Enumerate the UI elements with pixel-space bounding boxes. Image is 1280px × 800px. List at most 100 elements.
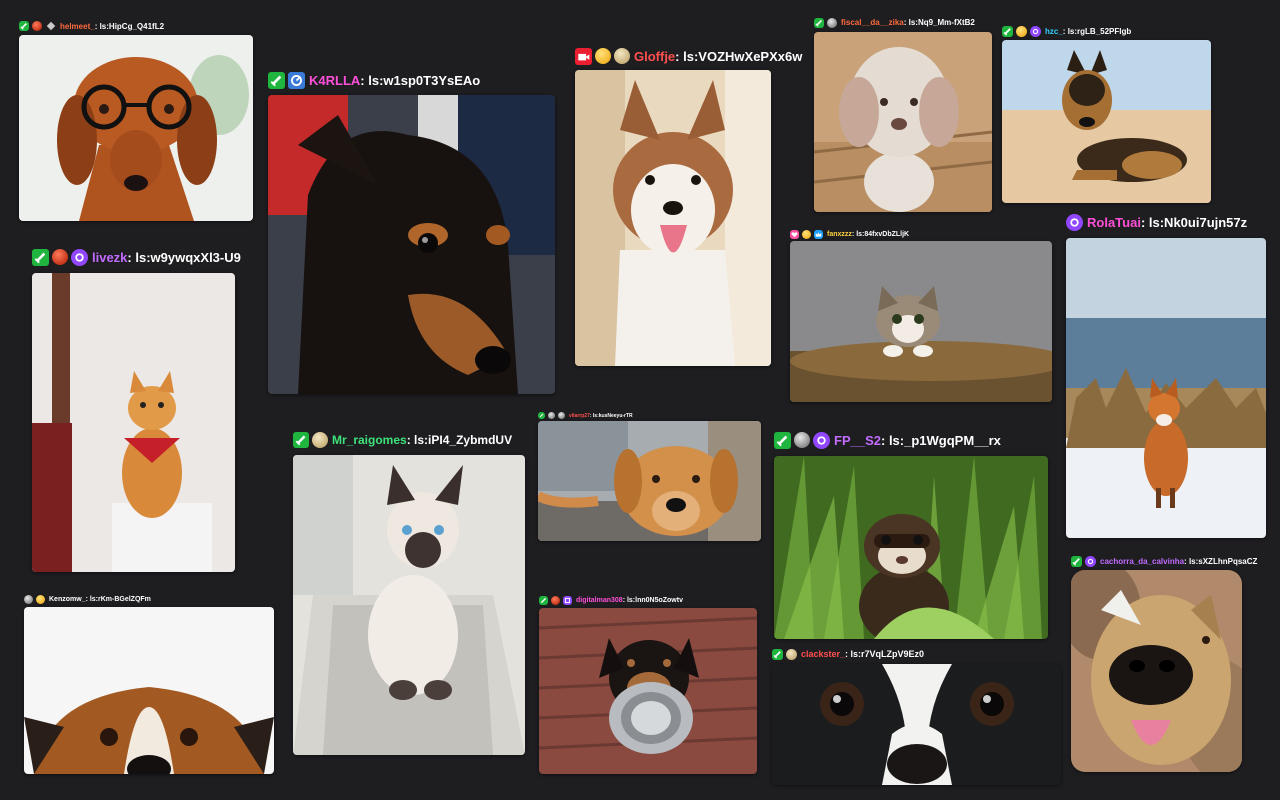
username[interactable]: Mr_raigomes (332, 433, 407, 447)
message-text: ls:rKm-BGelZQFm (89, 595, 151, 603)
vip-badge-icon (1030, 25, 1041, 37)
message-text: ls:rgLB_52PFlgb (1067, 26, 1132, 36)
username[interactable]: Kenzomw_ (49, 596, 86, 603)
sword-badge-icon (539, 595, 548, 605)
post-caption: clackster_: ls:r7VqLZpV9Ez0 (772, 647, 924, 661)
message-text: ls:84fxvDbZLljK (856, 230, 910, 238)
post-photo[interactable] (19, 35, 253, 221)
post-card: Kenzomw_: ls:rKm-BGelZQFm (24, 593, 278, 776)
post-card: Mr_raigomes: ls:iPI4_ZybmdUV (293, 430, 538, 757)
message-text: ls:sXZLhnPqsaCZ (1188, 556, 1258, 566)
post-photo[interactable] (538, 421, 761, 541)
emote-icon (551, 595, 560, 605)
post-photo[interactable] (539, 608, 757, 774)
post-caption: RolaTuai: ls:Nk0ui7ujn57z (1066, 212, 1247, 232)
emote-icon (595, 48, 611, 64)
street-dog-photo-icon (538, 421, 761, 541)
post-card: FP__S2: ls:_p1WgqPM__rx (774, 430, 1059, 641)
sword-badge-icon (774, 431, 791, 449)
message-text: ls:VOZHwXePXx6w (683, 48, 803, 64)
post-photo[interactable] (1066, 238, 1266, 538)
post-caption: fanxzzz: ls:84fxvDbZLljK (790, 228, 909, 240)
fisheye-dog-photo-icon (1071, 570, 1242, 772)
sword-badge-icon (814, 17, 824, 28)
message-text: ls:lnn0N5oZowtv (626, 596, 683, 604)
post-photo[interactable] (814, 32, 992, 212)
german-shepherd-photo-icon (1002, 40, 1211, 203)
vip-badge-icon (813, 431, 830, 449)
post-caption: Mr_raigomes: ls:iPI4_ZybmdUV (293, 430, 512, 450)
post-photo[interactable] (1071, 570, 1242, 772)
post-card: clackster_: ls:r7VqLZpV9Ez0 (772, 647, 1064, 787)
message-text: ls:Nq9_Mm-fXtB2 (908, 18, 975, 27)
crown-badge-icon (814, 229, 823, 239)
username[interactable]: clackster_ (801, 649, 845, 659)
post-photo[interactable] (32, 273, 235, 572)
post-photo[interactable] (790, 241, 1052, 402)
diamond-badge-icon (46, 21, 56, 31)
emote-icon (1016, 25, 1027, 37)
message-text: ls:iPI4_ZybmdUV (414, 433, 513, 447)
username[interactable]: digitalman308 (576, 597, 623, 604)
post-photo[interactable] (575, 70, 771, 366)
sword-badge-icon (19, 21, 29, 31)
post-card: fiscal__da__zika: ls:Nq9_Mm-fXtB2 (814, 16, 996, 214)
username[interactable]: cachorra_da_calvinha (1100, 557, 1184, 566)
post-caption: livezk: ls:w9ywqxXl3-U9 (32, 247, 241, 267)
poodle-photo-icon (814, 32, 992, 212)
username[interactable]: vilarrp27 (569, 413, 590, 419)
emote-icon (36, 594, 45, 604)
lead-moderator-badge-icon (288, 71, 305, 89)
sword-badge-icon (1071, 555, 1082, 567)
message-text: ls:r7VqLZpV9Ez0 (850, 649, 925, 659)
post-photo[interactable] (1002, 40, 1211, 203)
sword-badge-icon (538, 412, 545, 419)
emote-icon (24, 594, 33, 604)
emote-icon (794, 432, 810, 448)
username[interactable]: RolaTuai (1087, 215, 1141, 230)
black-dog-photo-icon (268, 95, 555, 394)
post-caption: hzc_: ls:rgLB_52PFlgb (1002, 24, 1131, 38)
post-card: digitalman308: ls:lnn0N5oZowtv (539, 594, 761, 776)
post-photo[interactable] (772, 664, 1061, 785)
post-caption: Kenzomw_: ls:rKm-BGelZQFm (24, 593, 151, 605)
username[interactable]: Gloffje (634, 49, 675, 64)
emote-icon (827, 17, 837, 28)
fox-photo-icon (1066, 238, 1266, 538)
emote-icon (32, 21, 42, 31)
post-card: cachorra_da_calvinha: ls:sXZLhnPqsaCZ (1071, 554, 1276, 774)
username[interactable]: FP__S2 (834, 433, 881, 448)
emote-icon (558, 412, 565, 419)
post-card: hzc_: ls:rgLB_52PFlgb (1002, 24, 1214, 204)
post-caption: FP__S2: ls:_p1WgqPM__rx (774, 430, 1001, 450)
emote-icon (548, 412, 555, 419)
post-photo[interactable] (774, 456, 1048, 639)
username[interactable]: K4RLLA (309, 73, 360, 88)
emote-icon (312, 432, 328, 448)
post-caption: digitalman308: ls:lnn0N5oZowtv (539, 594, 683, 606)
message-text: ls:_p1WgqPM__rx (888, 432, 1001, 448)
post-caption: vilarrp27: ls:kusNeeyu-rTR (538, 411, 633, 420)
username[interactable]: livezk (92, 250, 127, 265)
sword-badge-icon (293, 432, 309, 448)
post-photo[interactable] (24, 607, 274, 774)
post-card: livezk: ls:w9ywqxXl3-U9 (32, 247, 262, 574)
husky-photo-icon (575, 70, 771, 366)
username[interactable]: hzc_ (1045, 27, 1063, 36)
username[interactable]: fiscal__da__zika (841, 18, 904, 27)
ferret-photo-icon (774, 456, 1048, 639)
post-card: fanxzzz: ls:84fxvDbZLljK (790, 228, 1056, 404)
sword-badge-icon (772, 648, 783, 660)
emote-icon (802, 229, 811, 239)
post-card: RolaTuai: ls:Nk0ui7ujn57z (1066, 212, 1271, 540)
message-text: ls:w9ywqxXl3-U9 (135, 249, 241, 265)
post-photo[interactable] (268, 95, 555, 394)
username[interactable]: fanxzzz (827, 231, 852, 238)
post-card: Gloffje: ls:VOZHwXePXx6w (575, 46, 810, 368)
vip-badge-icon (1085, 555, 1096, 567)
subscriber-badge-icon (790, 229, 799, 239)
post-caption: helmeet_: ls:HipCg_Q41fL2 (19, 19, 164, 33)
sword-badge-icon (268, 71, 285, 89)
username[interactable]: helmeet_ (60, 22, 95, 31)
post-photo[interactable] (293, 455, 525, 755)
